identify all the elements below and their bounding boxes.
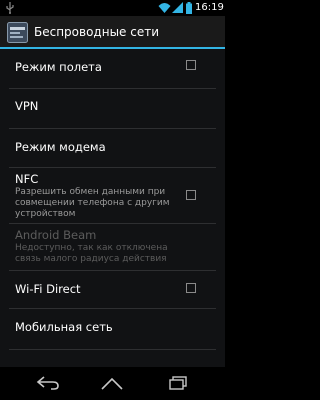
setting-label: Режим полета — [15, 60, 102, 74]
navigation-bar — [0, 367, 225, 400]
page-title: Беспроводные сети — [34, 25, 160, 39]
setting-label: Режим модема — [15, 140, 106, 154]
setting-tethering[interactable]: Режим модема — [0, 129, 225, 167]
wifi-icon — [158, 3, 171, 13]
setting-mobile-network[interactable]: Мобильная сеть — [0, 309, 225, 348]
settings-app-icon[interactable] — [7, 22, 28, 43]
usb-icon — [6, 2, 14, 14]
battery-icon — [186, 2, 192, 14]
setting-vpn[interactable]: VPN — [0, 89, 225, 128]
setting-label: NFC — [15, 172, 39, 186]
setting-nfc[interactable]: NFC Разрешить обмен данными при совмещен… — [0, 168, 225, 223]
setting-label: Wi-Fi Direct — [15, 282, 81, 296]
home-icon[interactable] — [100, 376, 124, 390]
back-icon[interactable] — [36, 376, 60, 390]
status-bar: 16:19 — [0, 0, 225, 16]
setting-android-beam: Android Beam Недоступно, так как отключе… — [0, 224, 225, 269]
signal-icon — [172, 2, 183, 13]
setting-summary: Разрешить обмен данными при совмещении т… — [15, 187, 170, 219]
setting-label: VPN — [15, 99, 39, 113]
setting-label: Android Beam — [15, 228, 97, 242]
settings-list: Режим полета VPN Режим модема NFC Разреш… — [0, 49, 225, 367]
setting-summary: Недоступно, так как отключена связь мало… — [15, 243, 168, 264]
airplane-mode-checkbox[interactable] — [186, 60, 196, 70]
nfc-checkbox[interactable] — [186, 190, 196, 200]
wifi-direct-checkbox[interactable] — [186, 283, 196, 293]
divider — [9, 349, 216, 350]
recent-apps-icon[interactable] — [168, 376, 188, 390]
action-bar: Беспроводные сети — [0, 16, 225, 49]
setting-label: Мобильная сеть — [15, 320, 113, 334]
setting-wifi-direct[interactable]: Wi-Fi Direct — [0, 271, 225, 308]
setting-airplane-mode[interactable]: Режим полета — [0, 49, 225, 88]
status-time: 16:19 — [195, 2, 224, 13]
